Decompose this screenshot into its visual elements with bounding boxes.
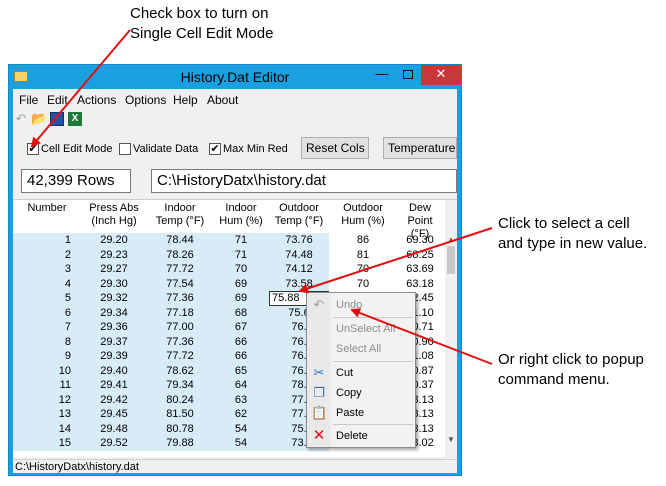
arrow-to-menu bbox=[350, 308, 493, 365]
arrow-to-checkbox bbox=[30, 29, 131, 148]
callout-arrows bbox=[30, 29, 493, 365]
arrow-to-cell bbox=[298, 227, 493, 294]
